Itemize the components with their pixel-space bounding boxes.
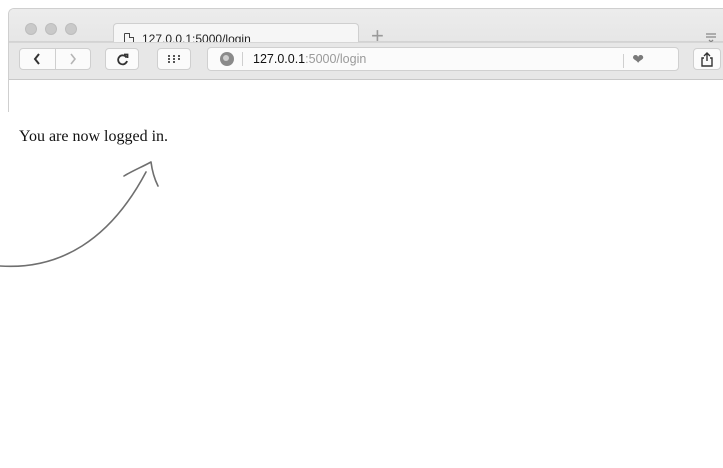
annotation-arrow-icon	[0, 161, 159, 268]
